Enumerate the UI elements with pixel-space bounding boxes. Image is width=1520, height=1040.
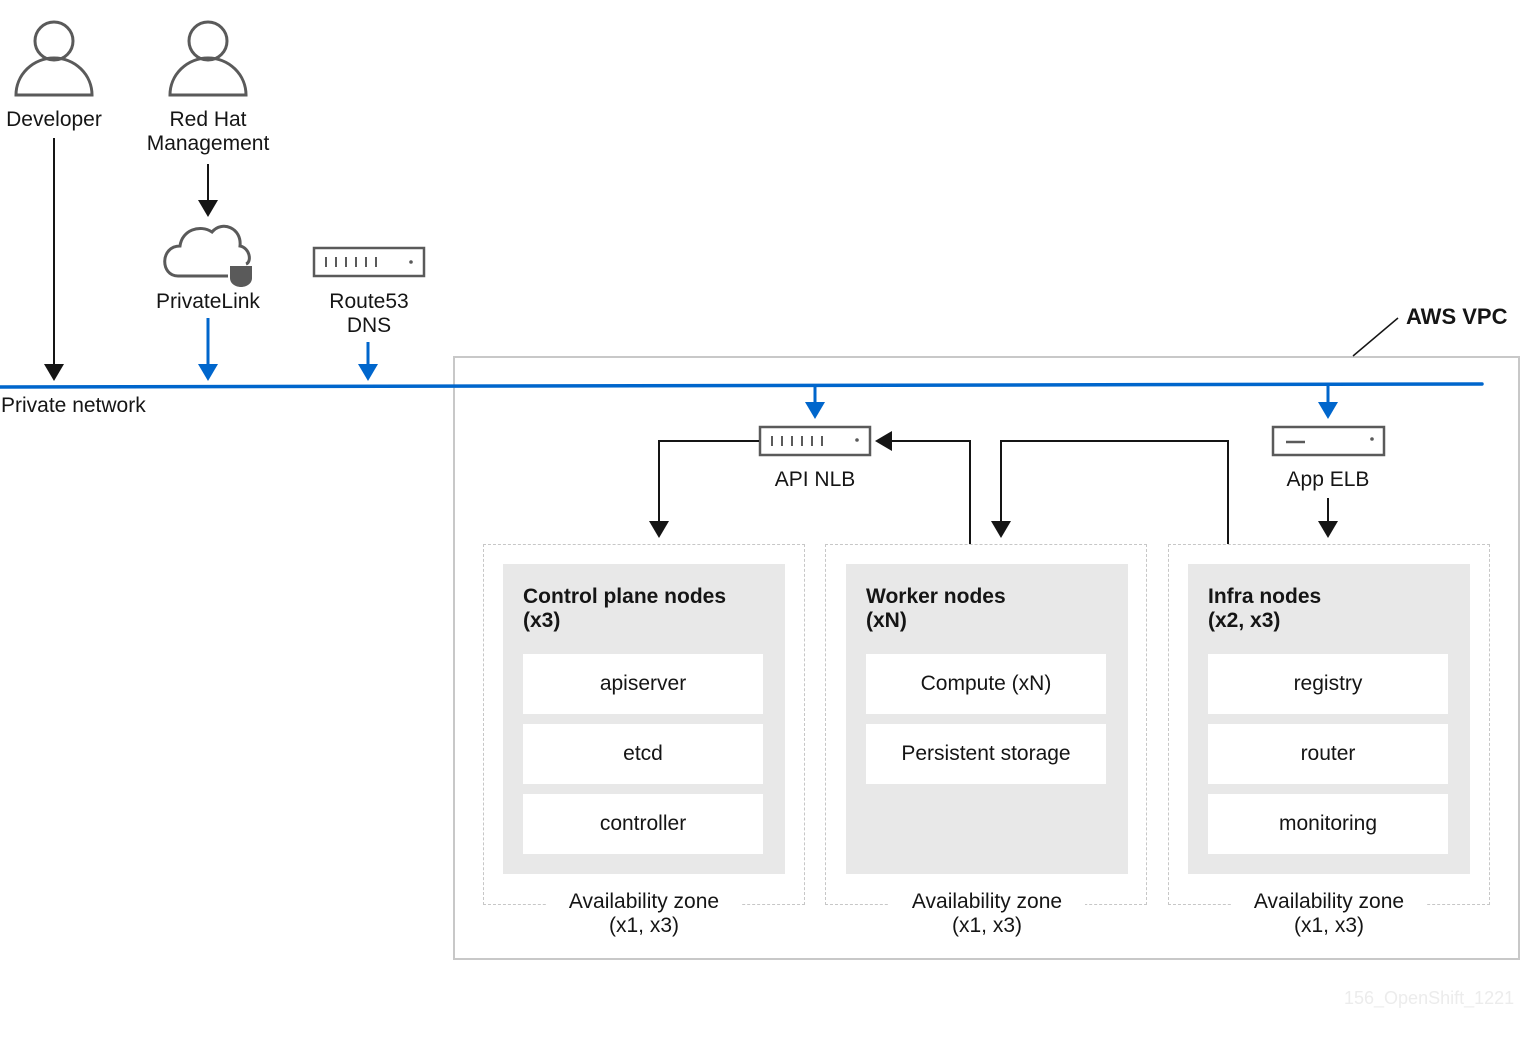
load-balancer-icon xyxy=(758,425,872,457)
redhat-label-line2: Management xyxy=(146,132,270,155)
app-elb-label: App ELB xyxy=(1286,468,1370,491)
zone-caption-line2: (x1, x3) xyxy=(1293,914,1364,937)
redhat-label-line1: Red Hat xyxy=(169,108,247,131)
aws-vpc-label: AWS VPC xyxy=(1406,304,1508,329)
infra-to-worker-arrow xyxy=(991,440,1229,544)
nlb-network-arrow xyxy=(805,386,825,419)
developer-arrow xyxy=(44,138,64,381)
zone-caption-line1: Availability zone xyxy=(1253,890,1405,913)
service-controller: controller xyxy=(523,794,763,854)
zone-caption-line1: Availability zone xyxy=(568,890,720,913)
zone-caption-line2: (x1, x3) xyxy=(951,914,1022,937)
worker-nodes-title: Worker nodes (xN) xyxy=(866,585,1006,633)
vpc-leader-line xyxy=(1352,317,1399,357)
worker-to-nlb-arrow xyxy=(875,431,971,544)
developer-label: Developer xyxy=(6,108,102,131)
zone-title-line1: Infra nodes xyxy=(1208,585,1322,608)
service-router: router xyxy=(1208,724,1448,784)
service-monitoring: monitoring xyxy=(1208,794,1448,854)
zone-title-line1: Control plane nodes xyxy=(523,585,727,608)
service-etcd: etcd xyxy=(523,724,763,784)
zone-caption-line2: (x1, x3) xyxy=(608,914,679,937)
figure-id-watermark: 156_OpenShift_1221 xyxy=(1344,988,1515,1008)
elb-icon xyxy=(1271,425,1386,457)
control-plane-nodes-title: Control plane nodes (x3) xyxy=(523,585,726,633)
user-icon xyxy=(168,20,248,97)
privatelink-label: PrivateLink xyxy=(156,290,260,313)
service-apiserver: apiserver xyxy=(523,654,763,714)
route53-label-line1: Route53 xyxy=(329,290,409,313)
zone-title-line2: (x3) xyxy=(523,609,561,632)
availability-zone-caption: Availability zone (x1, x3) xyxy=(889,890,1085,938)
cloud-shield-icon xyxy=(163,224,252,287)
elb-network-arrow xyxy=(1318,385,1338,419)
availability-zone-caption: Availability zone (x1, x3) xyxy=(1231,890,1427,938)
route53-label: Route53 DNS xyxy=(308,290,430,338)
zone-caption-line1: Availability zone xyxy=(911,890,1063,913)
api-nlb-label: API NLB xyxy=(774,468,856,491)
load-balancer-icon xyxy=(312,246,426,278)
user-icon xyxy=(14,20,94,97)
zone-title-line2: (xN) xyxy=(866,609,907,632)
availability-zone-caption: Availability zone (x1, x3) xyxy=(546,890,742,938)
service-persistent-storage: Persistent storage xyxy=(866,724,1106,784)
private-network-label: Private network xyxy=(1,394,146,417)
service-registry: registry xyxy=(1208,654,1448,714)
elb-to-infra-arrow xyxy=(1318,498,1338,538)
private-network-line xyxy=(0,382,1484,389)
zone-title-line1: Worker nodes xyxy=(866,585,1006,608)
redhat-management-label: Red Hat Management xyxy=(130,108,286,156)
management-arrow xyxy=(198,164,218,217)
zone-title-line2: (x2, x3) xyxy=(1208,609,1281,632)
nlb-to-control-plane-arrow xyxy=(649,440,759,538)
route53-arrow xyxy=(358,342,378,381)
service-compute: Compute (xN) xyxy=(866,654,1106,714)
privatelink-arrow xyxy=(198,318,218,381)
infra-nodes-title: Infra nodes (x2, x3) xyxy=(1208,585,1321,633)
route53-label-line2: DNS xyxy=(346,314,392,337)
